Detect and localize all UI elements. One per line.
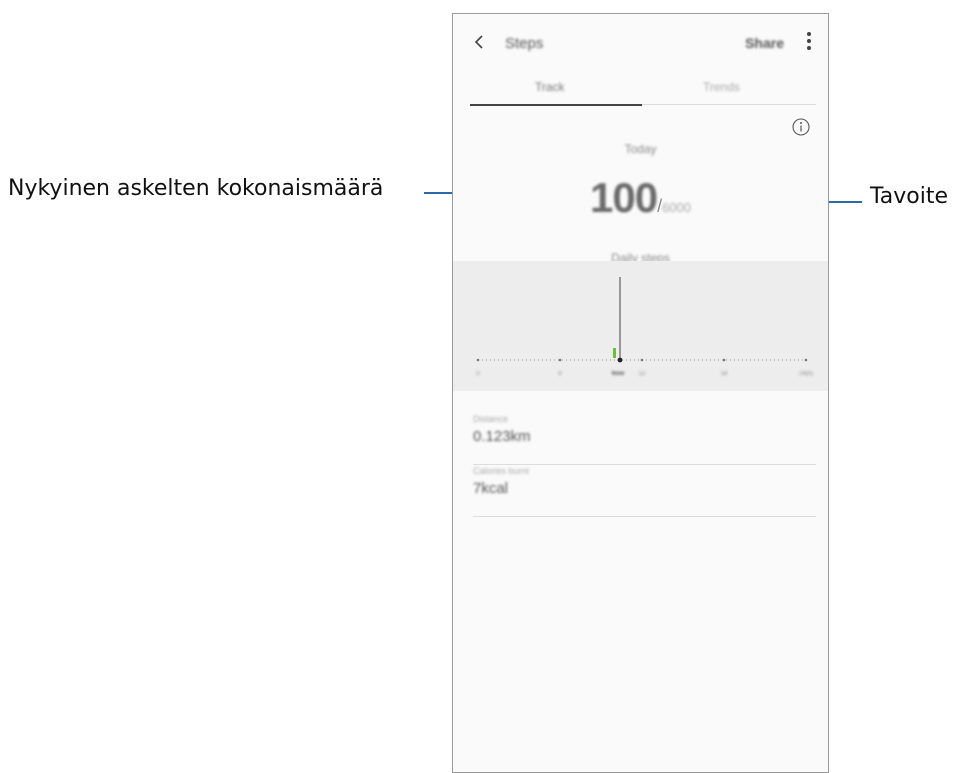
tab-bar: Track Trends [470, 74, 816, 106]
calories-stat: Calories burnt 7kcal [473, 456, 816, 517]
tick-label-18: 18 [721, 371, 728, 377]
back-arrow-icon[interactable] [471, 34, 487, 50]
share-button[interactable]: Share [745, 35, 784, 51]
goal-annotation: Tavoite [870, 184, 949, 209]
phone-screen: Steps Share Track Trends Today 100/6000 … [452, 13, 829, 773]
timeline-chart-svg: 0 6 Now 12 18 24(h) [476, 277, 813, 377]
tick-dot-6 [558, 358, 562, 362]
tick-label-now: Now [612, 371, 625, 377]
page-title: Steps [505, 35, 544, 52]
step-bar [613, 348, 616, 358]
period-label: Today [624, 142, 657, 156]
distance-label: Distance [473, 414, 509, 424]
calories-label: Calories burnt [473, 466, 530, 476]
tab-selected-indicator [470, 104, 642, 106]
more-options-icon[interactable] [806, 32, 812, 52]
calories-value: 7kcal [473, 480, 509, 497]
app-bar: Steps Share [453, 14, 828, 72]
now-marker-dot [617, 357, 623, 363]
tick-dot-0 [476, 358, 480, 362]
steps-summary: 100/6000 [453, 174, 828, 222]
tick-label-0: 0 [476, 371, 480, 377]
current-steps-annotation: Nykyinen askelten kokonaismäärä [8, 176, 384, 201]
current-steps-count: 100 [589, 174, 658, 221]
tick-label-12: 12 [639, 371, 646, 377]
info-icon[interactable] [792, 118, 810, 136]
tab-trends[interactable]: Trends [703, 80, 740, 94]
tab-track[interactable]: Track [535, 80, 565, 94]
tick-label-6: 6 [558, 371, 562, 377]
tick-dot-24 [804, 358, 808, 362]
goal-steps-value: 6000 [662, 200, 691, 215]
tick-dot-12 [640, 358, 644, 362]
tick-dot-18 [722, 358, 726, 362]
steps-timeline-chart: 0 6 Now 12 18 24(h) [453, 261, 828, 391]
distance-value: 0.123km [473, 428, 531, 445]
tick-label-24: 24(h) [799, 371, 813, 377]
